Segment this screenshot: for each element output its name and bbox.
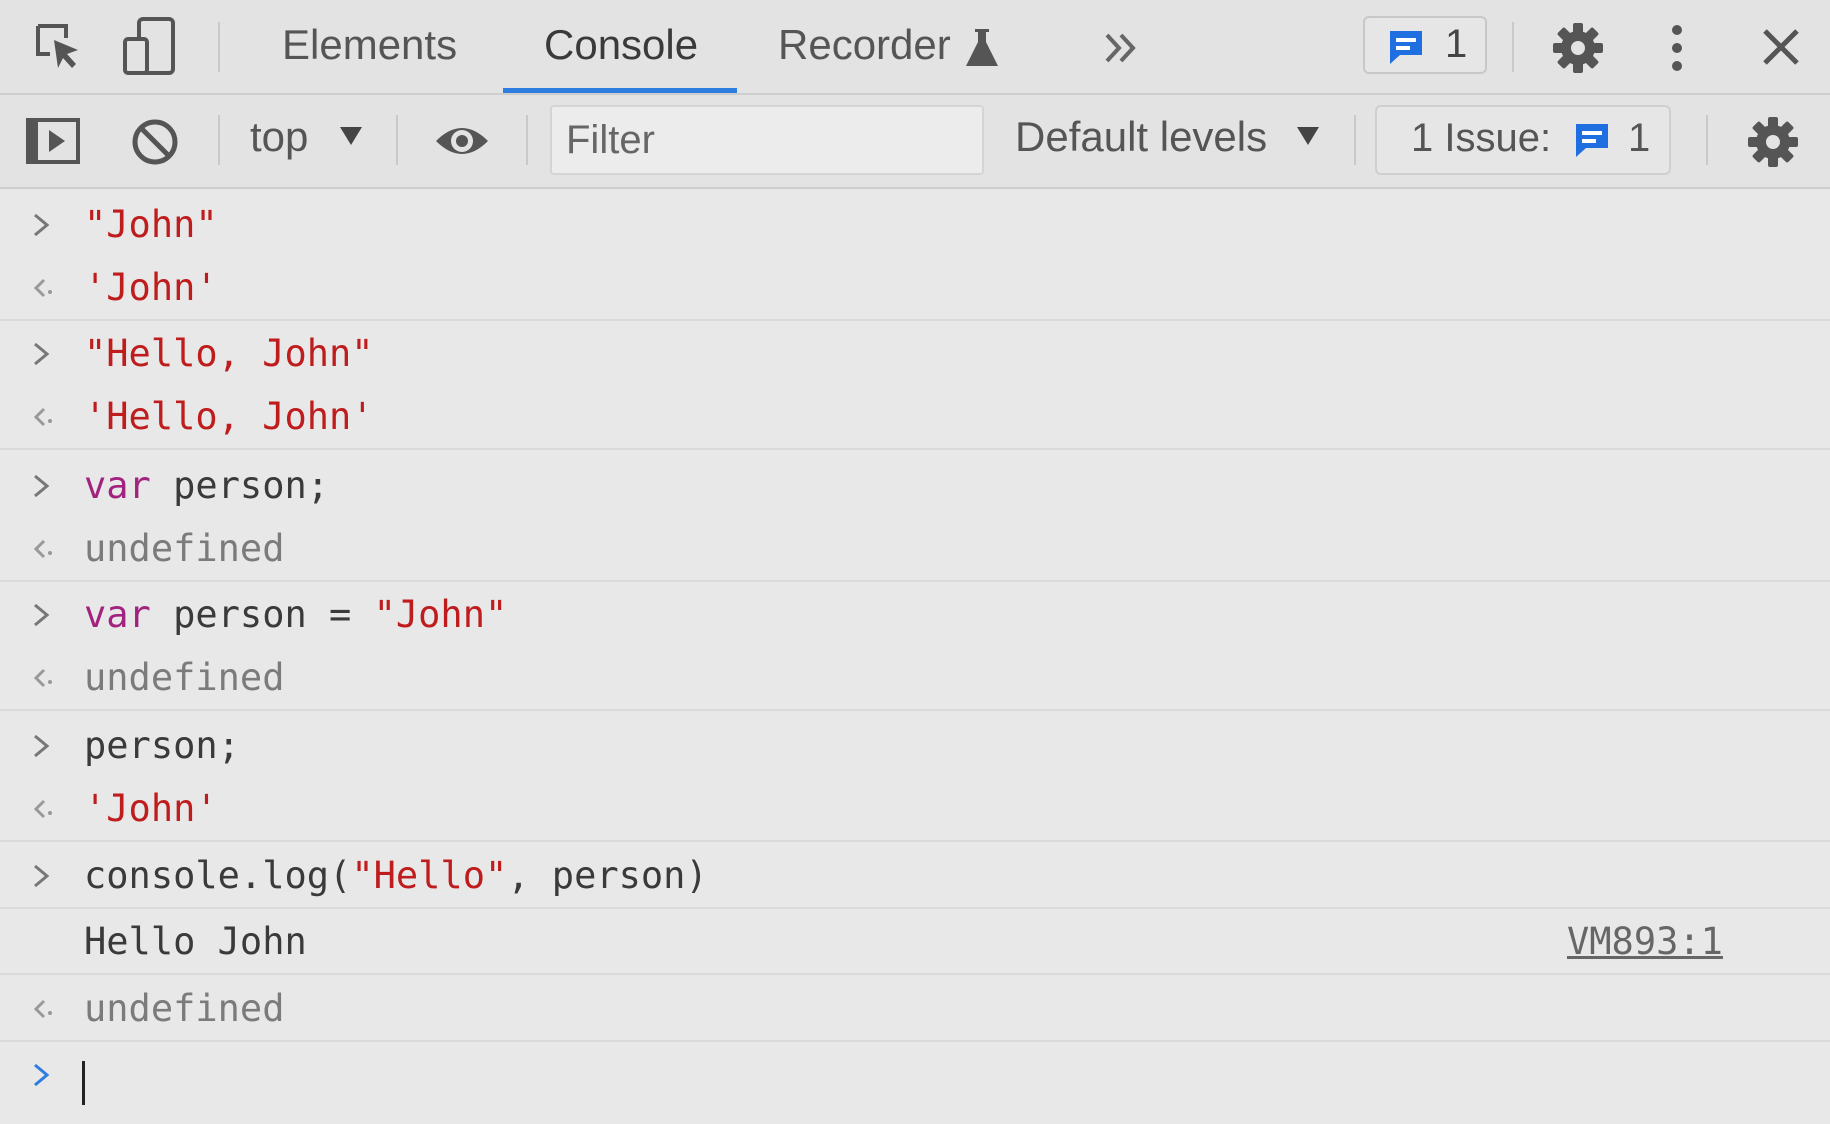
sidebar-toggle-icon[interactable] [24, 115, 82, 167]
gear-icon[interactable] [1746, 115, 1800, 169]
console-output: "John" 'John' "Hello, John" 'Hello, John… [0, 189, 1830, 1124]
code-string: "Hello" [351, 854, 508, 897]
input-chevron-icon [30, 464, 54, 508]
console-log-text: Hello John [84, 920, 307, 963]
log-levels-label: Default levels [1015, 113, 1268, 160]
messages-count: 1 [1445, 22, 1468, 66]
prompt-chevron-icon [30, 1053, 54, 1097]
console-result-text: undefined [84, 987, 285, 1030]
entry-divider [0, 448, 1830, 450]
console-result-text: 'John' [84, 787, 218, 830]
issues-count: 1 [1628, 116, 1651, 160]
toolbar-separator [526, 115, 528, 165]
toolbar-separator [396, 115, 398, 165]
issues-button[interactable]: 1 Issue: 1 [1375, 105, 1671, 175]
device-toggle-icon[interactable] [120, 14, 180, 78]
console-input-code: var person = "John" [84, 593, 507, 636]
result-arrow-icon [30, 787, 54, 831]
console-result-text: 'Hello, John' [84, 395, 374, 438]
message-icon [1385, 28, 1427, 66]
clear-console-icon[interactable] [128, 115, 182, 169]
result-arrow-icon [30, 395, 54, 439]
console-input-text: "Hello, John" [84, 332, 374, 375]
input-chevron-icon [30, 203, 54, 247]
tab-separator [218, 22, 220, 72]
console-result-text: 'John' [84, 266, 218, 309]
entry-divider [0, 907, 1830, 909]
messages-badge[interactable]: 1 [1363, 16, 1487, 74]
console-input-code: console.log("Hello", person) [84, 854, 708, 897]
context-selector-label: top [250, 113, 309, 160]
result-arrow-icon [30, 656, 54, 700]
code-text: , person) [507, 854, 708, 897]
kebab-menu-icon[interactable] [1662, 20, 1692, 76]
entry-divider [0, 709, 1830, 711]
active-tab-indicator [503, 88, 737, 93]
input-chevron-icon [30, 854, 54, 898]
entry-divider [0, 840, 1830, 842]
text-cursor [82, 1061, 85, 1105]
devtools-tabbar: Elements Console Recorder 1 [0, 0, 1830, 95]
log-levels-dropdown[interactable]: Default levels [1015, 113, 1319, 161]
code-keyword: var [84, 593, 151, 636]
chevron-down-icon [1297, 127, 1319, 145]
input-chevron-icon [30, 724, 54, 768]
context-selector[interactable]: top [250, 113, 362, 161]
code-text: console.log( [84, 854, 352, 897]
eye-icon[interactable] [432, 117, 492, 165]
entry-divider [0, 319, 1830, 321]
code-text: person; [173, 464, 330, 507]
result-arrow-icon [30, 987, 54, 1031]
message-icon [1571, 121, 1613, 159]
entry-divider [0, 973, 1830, 975]
input-chevron-icon [30, 332, 54, 376]
devtools-window: Elements Console Recorder 1 top Filter D… [0, 0, 1830, 1124]
tab-recorder[interactable]: Recorder [778, 0, 951, 93]
result-arrow-icon [30, 527, 54, 571]
more-tabs-icon[interactable] [1102, 28, 1142, 68]
flask-icon [962, 26, 1002, 70]
console-result-text: undefined [84, 527, 285, 570]
tab-console[interactable]: Console [544, 0, 698, 93]
console-input-text: "John" [84, 203, 218, 246]
code-keyword: var [84, 464, 151, 507]
toolbar-separator [218, 115, 220, 165]
gear-icon[interactable] [1550, 20, 1606, 76]
tab-separator [1512, 22, 1514, 72]
issues-label: 1 Issue: [1411, 116, 1552, 160]
inspect-element-icon[interactable] [30, 18, 86, 74]
tab-elements[interactable]: Elements [282, 0, 457, 93]
toolbar-separator [1706, 115, 1708, 165]
close-icon[interactable] [1758, 24, 1804, 70]
console-input-text: person; [84, 724, 240, 767]
console-toolbar: top Default levels 1 Issue: [0, 95, 1830, 189]
entry-divider [0, 580, 1830, 582]
source-link[interactable]: VM893:1 [1567, 920, 1723, 963]
result-arrow-icon [30, 266, 54, 310]
toolbar-separator [1354, 115, 1356, 165]
input-chevron-icon [30, 593, 54, 637]
chevron-down-icon [340, 127, 362, 145]
console-result-text: undefined [84, 656, 285, 699]
code-string: "John" [373, 593, 508, 636]
filter-input[interactable] [550, 105, 984, 175]
code-text: person = [173, 593, 352, 636]
console-prompt[interactable] [0, 1053, 1830, 1113]
console-input-code: var person; [84, 464, 329, 507]
entry-divider [0, 1040, 1830, 1042]
